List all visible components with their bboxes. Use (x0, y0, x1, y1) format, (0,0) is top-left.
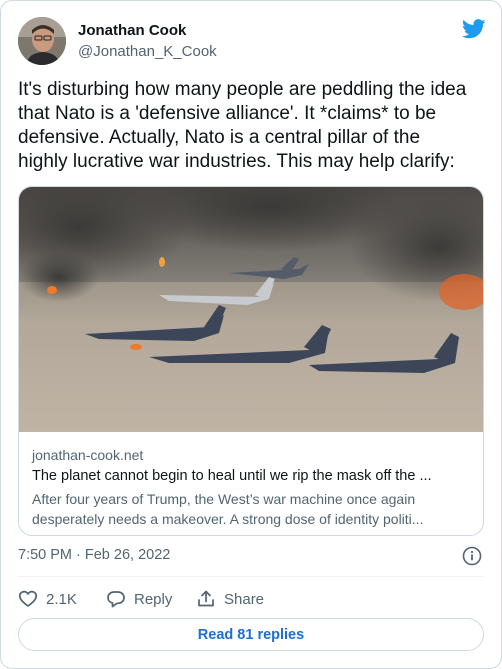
tweet-line: It's disturbing how many people are pedd… (18, 79, 467, 100)
tweet-text: It's disturbing how many people are pedd… (18, 78, 488, 174)
avatar[interactable] (18, 17, 66, 65)
link-domain: jonathan-cook.net (32, 447, 144, 463)
author-handle[interactable]: @Jonathan_K_Cook (78, 43, 217, 60)
read-replies-button[interactable]: Read 81 replies (18, 618, 484, 651)
link-description-line: desperately needs a makeover. A strong d… (32, 511, 424, 527)
twitter-bird-icon[interactable] (462, 19, 486, 39)
reply-bubble-icon (107, 591, 125, 608)
link-preview-image[interactable] (19, 187, 484, 432)
heart-icon (18, 590, 38, 607)
info-icon[interactable] (462, 546, 482, 566)
divider (18, 576, 484, 577)
share-button[interactable]: Share (196, 588, 264, 610)
link-description-line: After four years of Trump, the West’s wa… (32, 491, 416, 507)
like-button[interactable]: 2.1K (18, 588, 77, 610)
tweet-timestamp[interactable]: 7:50 PM · Feb 26, 2022 (18, 547, 170, 563)
tweet-header: Jonathan Cook @Jonathan_K_Cook (18, 17, 486, 69)
share-icon (198, 590, 214, 607)
link-preview-card[interactable]: jonathan-cook.net The planet cannot begi… (18, 186, 484, 536)
tweet-line: defensive. Actually, Nato is a central p… (18, 127, 421, 148)
reply-button[interactable]: Reply (106, 588, 172, 610)
link-description: After four years of Trump, the West’s wa… (32, 489, 472, 529)
tweet-line: that Nato is a 'defensive alliance'. It … (18, 103, 437, 124)
tweet-line: highly lucrative war industries. This ma… (18, 151, 455, 172)
share-label: Share (224, 590, 265, 608)
action-bar: 2.1K Reply Share (18, 588, 484, 610)
like-count: 2.1K (46, 590, 77, 608)
author-name[interactable]: Jonathan Cook (78, 22, 186, 39)
tweet-card[interactable]: Jonathan Cook @Jonathan_K_Cook It's dist… (0, 0, 502, 669)
link-title[interactable]: The planet cannot begin to heal until we… (32, 468, 472, 484)
reply-label: Reply (134, 590, 173, 608)
